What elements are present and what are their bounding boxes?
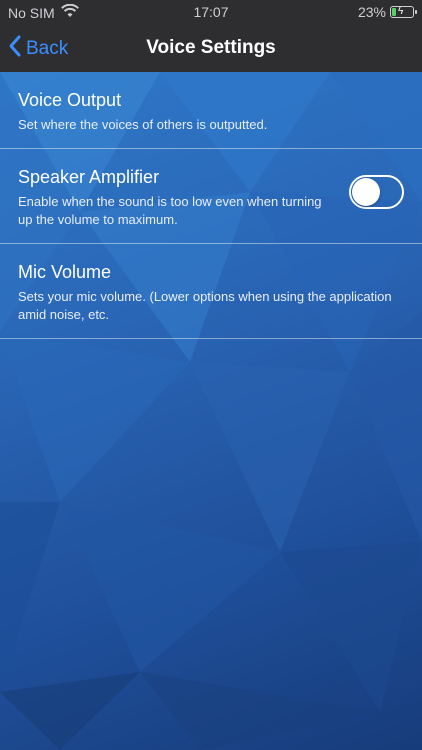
status-right: 23% ϟ [357,4,417,20]
speaker-amplifier-toggle[interactable] [349,175,404,209]
navigation-bar: Back Voice Settings [0,24,422,72]
speaker-amplifier-title: Speaker Amplifier [18,167,160,187]
settings-list: Voice Output Set where the voices of oth… [0,72,422,339]
voice-output-description: Set where the voices of others is output… [18,117,268,132]
page-title: Voice Settings [146,37,276,58]
mic-volume-title: Mic Volume [18,262,112,282]
speaker-amplifier-row: Speaker Amplifier Enable when the sound … [0,149,422,244]
speaker-amplifier-description: Enable when the sound is too low even wh… [18,194,322,227]
status-bar: No SIM 17:07 23% ϟ [0,0,422,24]
battery-percentage: 23% [357,4,386,20]
mic-volume-row[interactable]: Mic Volume Sets your mic volume. (Lower … [0,244,422,339]
toggle-knob [352,178,380,206]
mic-volume-description: Sets your mic volume. (Lower options whe… [18,289,392,322]
battery-icon: ϟ [390,6,417,18]
voice-output-title: Voice Output [18,90,122,110]
voice-output-row[interactable]: Voice Output Set where the voices of oth… [0,72,422,149]
settings-content: Voice Output Set where the voices of oth… [0,72,422,750]
